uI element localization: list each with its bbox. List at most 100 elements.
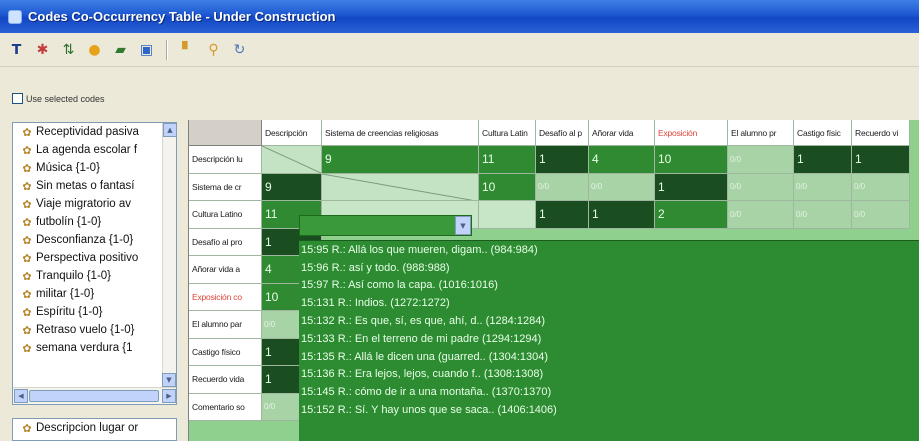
- table-cell[interactable]: 1: [536, 201, 589, 229]
- row-header[interactable]: El alumno par: [189, 311, 262, 339]
- column-header[interactable]: Añorar vida: [589, 120, 655, 146]
- code-list-item[interactable]: ✿ La agenda escolar f: [21, 141, 176, 159]
- quotations-dropdown-list[interactable]: 15:95 R.: Allá los que mueren, digam.. (…: [299, 240, 919, 441]
- row-header[interactable]: Sistema de cr: [189, 173, 262, 201]
- column-header[interactable]: El alumno pr: [728, 120, 794, 146]
- scroll-down-arrow-icon[interactable]: ▼: [162, 373, 176, 387]
- column-header[interactable]: Desafío al p: [536, 120, 589, 146]
- code-list-item[interactable]: ✿ futbolín {1-0}: [21, 213, 176, 231]
- column-header[interactable]: Cultura Latin: [479, 120, 536, 146]
- row-header[interactable]: Exposición co: [189, 283, 262, 311]
- row-header[interactable]: Castigo físico: [189, 338, 262, 366]
- code-icon: ✿: [22, 144, 32, 157]
- sort-icon[interactable]: ⇅: [60, 40, 77, 60]
- code-list-item[interactable]: ✿ Retraso vuelo {1-0}: [21, 321, 176, 339]
- codes-list-panel[interactable]: ✿ Receptividad pasiva ✿ La agenda escolar f…: [12, 122, 177, 405]
- code-list-item[interactable]: ✿ militar {1-0}: [21, 285, 176, 303]
- quotation-item[interactable]: 15:145 R.: cómo de ir a una montaña.. (1…: [299, 383, 919, 401]
- code-list-item-label: semana verdura {1: [36, 342, 133, 354]
- highlight-icon[interactable]: ▰: [112, 40, 129, 60]
- diagonal-cell[interactable]: [262, 146, 322, 174]
- snowflake-icon[interactable]: ✱: [34, 40, 51, 60]
- use-selected-codes-option[interactable]: Use selected codes: [12, 93, 105, 104]
- column-header[interactable]: Descripción: [262, 120, 322, 146]
- table-cell[interactable]: 1: [589, 201, 655, 229]
- row-header[interactable]: Comentario so: [189, 393, 262, 421]
- chevron-down-icon[interactable]: ▼: [455, 216, 471, 235]
- diagonal-cell[interactable]: [322, 173, 479, 201]
- code-list-item[interactable]: ✿ Descripcion lugar or: [21, 419, 176, 437]
- table-cell[interactable]: 0/0: [794, 173, 852, 201]
- filter-icon[interactable]: 𝗧: [8, 40, 25, 60]
- table-cell[interactable]: 0/0: [589, 173, 655, 201]
- quotation-item[interactable]: 15:136 R.: Era lejos, lejos, cuando f.. …: [299, 366, 919, 384]
- quotation-item[interactable]: 15:97 R.: Así como la capa. (1016:1016): [299, 277, 919, 295]
- code-list-item[interactable]: ✿ Perspectiva positivo: [21, 249, 176, 267]
- row-header[interactable]: Cultura Latino: [189, 201, 262, 229]
- scroll-thumb[interactable]: [29, 390, 159, 402]
- row-header[interactable]: Recuerdo vida: [189, 366, 262, 394]
- code-list-item[interactable]: ✿ Música {1-0}: [21, 159, 176, 177]
- quotation-item[interactable]: 15:133 R.: En el terreno de mi padre (12…: [299, 330, 919, 348]
- table-cell[interactable]: 10: [479, 173, 536, 201]
- table-cell[interactable]: [479, 201, 536, 229]
- table-cell[interactable]: 9: [262, 173, 322, 201]
- row-header[interactable]: Añorar vida a: [189, 256, 262, 284]
- code-list-item-label: Receptividad pasiva: [36, 126, 139, 138]
- code-list-item[interactable]: ✿ Receptividad pasiva: [21, 123, 176, 141]
- code-list-item[interactable]: ✿ semana verdura {1: [21, 339, 176, 357]
- table-cell[interactable]: 0/0: [728, 173, 794, 201]
- pin-icon[interactable]: ▘: [179, 40, 196, 60]
- title-bar[interactable]: Codes Co-Occurrency Table - Under Constr…: [0, 0, 919, 33]
- cell-combo-box[interactable]: ▼: [299, 215, 472, 236]
- column-header[interactable]: Sistema de creencias religiosas: [322, 120, 479, 146]
- codes-horizontal-scrollbar[interactable]: ◀ ▶: [13, 387, 176, 404]
- table-cell[interactable]: 11: [479, 146, 536, 174]
- codes-vertical-scrollbar[interactable]: ▲ ▼: [162, 123, 176, 387]
- export-icon[interactable]: ▣: [138, 40, 155, 60]
- table-cell[interactable]: 9: [322, 146, 479, 174]
- quotation-item[interactable]: 15:135 R.: Allá le dicen una (guarred.. …: [299, 348, 919, 366]
- table-cell[interactable]: 10: [655, 146, 728, 174]
- scroll-left-arrow-icon[interactable]: ◀: [14, 389, 28, 403]
- color-palette-icon[interactable]: ●: [86, 40, 103, 60]
- table-cell[interactable]: 1: [655, 173, 728, 201]
- table-cell[interactable]: 2: [655, 201, 728, 229]
- code-list-item-label: militar {1-0}: [36, 288, 95, 300]
- table-cell[interactable]: 1: [852, 146, 910, 174]
- code-icon: ✿: [22, 234, 32, 247]
- scroll-right-arrow-icon[interactable]: ▶: [162, 389, 176, 403]
- code-list-item[interactable]: ✿ Viaje migratorio av: [21, 195, 176, 213]
- code-list-item-label: La agenda escolar f: [36, 144, 138, 156]
- table-cell[interactable]: 0/0: [728, 201, 794, 229]
- table-cell[interactable]: 1: [536, 146, 589, 174]
- table-cell[interactable]: 0/0: [728, 146, 794, 174]
- quotation-item[interactable]: 15:96 R.: así y todo. (988:988): [299, 259, 919, 277]
- row-header[interactable]: Descripción lu: [189, 146, 262, 174]
- quotation-item[interactable]: 15:95 R.: Allá los que mueren, digam.. (…: [299, 241, 919, 259]
- table-cell[interactable]: 0/0: [536, 173, 589, 201]
- code-list-item[interactable]: ✿ Sin metas o fantasí: [21, 177, 176, 195]
- column-header[interactable]: Exposición: [655, 120, 728, 146]
- quotation-item[interactable]: 15:152 R.: Sí. Y hay unos que se saca.. …: [299, 401, 919, 419]
- quotation-item[interactable]: 15:131 R.: Indios. (1272:1272): [299, 294, 919, 312]
- column-header[interactable]: Recuerdo vi: [852, 120, 910, 146]
- table-cell[interactable]: 4: [589, 146, 655, 174]
- code-icon[interactable]: ⚲: [205, 40, 222, 60]
- table-cell[interactable]: 1: [794, 146, 852, 174]
- scroll-up-arrow-icon[interactable]: ▲: [163, 123, 176, 137]
- codes-list-panel-2[interactable]: ✿ Descripcion lugar or: [12, 418, 177, 441]
- use-selected-codes-checkbox[interactable]: [12, 93, 23, 104]
- quotation-item[interactable]: 15:132 R.: Es que, sí, es que, ahí, d.. …: [299, 312, 919, 330]
- code-list-item[interactable]: ✿ Espíritu {1-0}: [21, 303, 176, 321]
- table-cell[interactable]: 0/0: [852, 201, 910, 229]
- table-cell[interactable]: 0/0: [852, 173, 910, 201]
- row-header[interactable]: Desafío al pro: [189, 228, 262, 256]
- table-corner: [189, 120, 262, 146]
- code-icon: ✿: [22, 252, 32, 265]
- refresh-icon[interactable]: ↻: [231, 40, 248, 60]
- code-list-item[interactable]: ✿ Tranquilo {1-0}: [21, 267, 176, 285]
- column-header[interactable]: Castigo físic: [794, 120, 852, 146]
- code-list-item[interactable]: ✿ Desconfianza {1-0}: [21, 231, 176, 249]
- table-cell[interactable]: 0/0: [794, 201, 852, 229]
